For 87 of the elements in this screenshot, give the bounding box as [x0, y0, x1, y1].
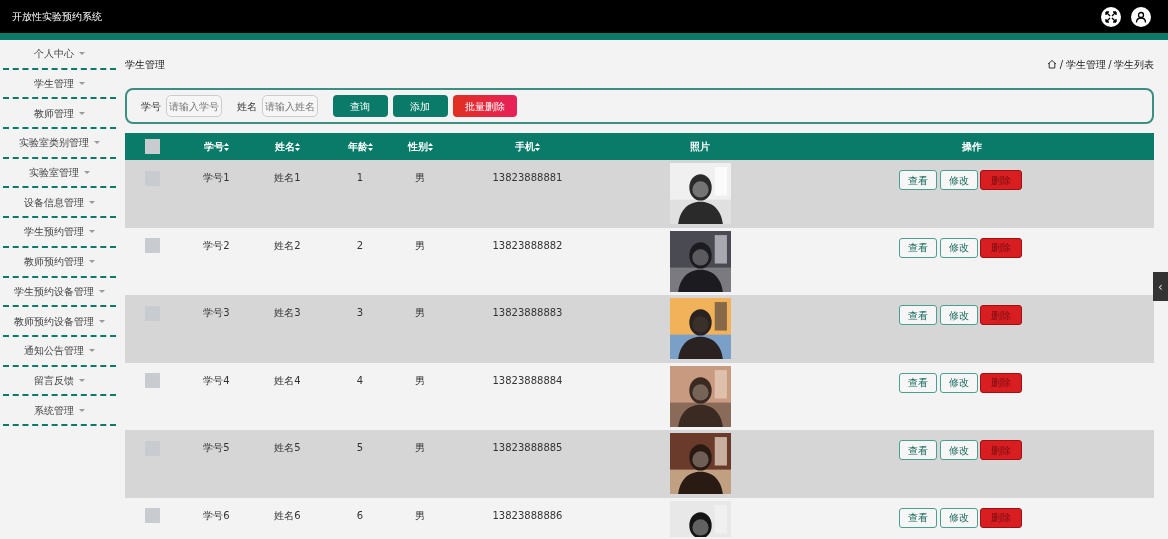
table-cell: 姓名5	[274, 442, 301, 453]
table-cell: 学号5	[203, 442, 230, 453]
app-title: 开放性实验预约系统	[12, 10, 102, 24]
sidebar-item[interactable]: 设备信息管理	[2, 188, 116, 219]
sidebar-item[interactable]: 个人中心	[2, 40, 116, 70]
sidebar-item[interactable]: 学生预约设备管理	[2, 277, 116, 308]
checkbox[interactable]	[145, 508, 160, 523]
table-cell: 男	[415, 307, 425, 318]
table-cell: 学号4	[203, 374, 230, 386]
table-cell: 姓名2	[274, 239, 301, 251]
table-cell: 学号2	[203, 239, 230, 251]
table-cell: 13823888881	[492, 172, 563, 183]
view-button[interactable]: 查看	[899, 237, 937, 258]
column-header: 操作	[961, 140, 982, 154]
sort-icon[interactable]	[367, 142, 373, 151]
breadcrumb-link[interactable]: 学生管理	[1065, 56, 1106, 72]
collapse-toggle[interactable]: ‹	[1153, 272, 1168, 301]
table-cell: 13823888885	[492, 442, 563, 453]
sidebar-item[interactable]: 学生预约管理	[2, 218, 116, 248]
input-field[interactable]: 请输入姓名	[261, 95, 318, 117]
fullscreen-icon[interactable]	[1101, 6, 1121, 27]
checkbox[interactable]	[145, 238, 160, 253]
table-cell: 13823888882	[492, 239, 563, 251]
edit-button[interactable]: 修改	[939, 170, 978, 190]
table-cell: 学号3	[203, 307, 230, 318]
edit-button[interactable]: 修改	[939, 372, 978, 393]
field-label: 姓名	[236, 99, 257, 114]
table-cell: 男	[415, 374, 425, 386]
column-header: 照片	[690, 140, 710, 154]
view-button[interactable]: 查看	[899, 170, 937, 190]
action-button[interactable]: 查询	[332, 95, 388, 117]
table-cell: 男	[415, 172, 425, 183]
sidebar-item[interactable]: 教师管理	[2, 99, 116, 130]
sort-icon[interactable]	[224, 142, 229, 151]
table-cell: 学号6	[203, 509, 230, 521]
sidebar-item[interactable]: 学生管理	[2, 69, 116, 100]
table-cell: 6	[356, 509, 364, 521]
sort-icon[interactable]	[535, 142, 540, 151]
checkbox[interactable]	[145, 373, 160, 388]
home-icon[interactable]	[1047, 59, 1058, 69]
user-icon[interactable]	[1131, 6, 1151, 27]
page-title: 学生管理	[124, 57, 165, 72]
sidebar-item[interactable]: 系统管理	[2, 396, 116, 426]
table-cell: 姓名1	[274, 172, 301, 183]
edit-button[interactable]: 修改	[939, 440, 978, 460]
sort-icon[interactable]	[295, 142, 300, 151]
breadcrumb-separator: /	[1108, 57, 1112, 72]
field-label: 学号	[140, 99, 161, 114]
column-header[interactable]: 姓名	[275, 139, 300, 154]
action-button[interactable]: 添加	[392, 95, 448, 117]
table-cell: 姓名4	[274, 374, 301, 386]
table-cell: 2	[356, 239, 364, 251]
checkbox[interactable]	[145, 139, 160, 155]
view-button[interactable]: 查看	[899, 372, 937, 393]
sidebar-item[interactable]: 教师预约管理	[2, 247, 116, 278]
breadcrumb-separator: /	[1059, 57, 1064, 72]
table-cell: 男	[415, 442, 425, 453]
table-cell: 姓名6	[274, 509, 301, 521]
sidebar-item[interactable]: 实验室类别管理	[2, 129, 116, 159]
edit-button[interactable]: 修改	[939, 305, 978, 325]
input-field[interactable]: 请输入学号	[165, 95, 222, 117]
view-button[interactable]: 查看	[899, 305, 937, 325]
table-cell: 男	[415, 509, 425, 521]
sidebar-item[interactable]: 实验室管理	[2, 158, 116, 189]
column-header[interactable]: 学号	[204, 139, 229, 154]
table-cell: 4	[356, 374, 364, 386]
sidebar-item[interactable]: 通知公告管理	[2, 336, 116, 367]
table-cell: 5	[356, 442, 364, 453]
sort-icon[interactable]	[427, 142, 433, 151]
edit-button[interactable]: 修改	[939, 237, 978, 258]
edit-button[interactable]: 修改	[939, 507, 978, 528]
view-button[interactable]: 查看	[899, 507, 937, 528]
table-cell: 13823888886	[492, 509, 563, 521]
breadcrumb-current: 学生列表	[1114, 57, 1154, 72]
table-cell: 学号1	[203, 172, 230, 183]
sidebar-item[interactable]: 教师预约设备管理	[2, 307, 116, 337]
table-cell: 1	[356, 172, 364, 183]
table-cell: 男	[415, 239, 425, 251]
batch-delete-button[interactable]: 批量删除	[452, 95, 517, 117]
table-cell: 13823888884	[492, 374, 563, 386]
column-header[interactable]: 手机	[515, 139, 540, 154]
view-button[interactable]: 查看	[899, 440, 937, 460]
table-cell: 13823888883	[492, 307, 563, 318]
table-cell: 姓名3	[274, 307, 301, 318]
sidebar-item[interactable]: 留言反馈	[2, 366, 116, 397]
table-cell: 3	[356, 307, 364, 318]
column-header[interactable]: 年龄	[347, 139, 373, 154]
